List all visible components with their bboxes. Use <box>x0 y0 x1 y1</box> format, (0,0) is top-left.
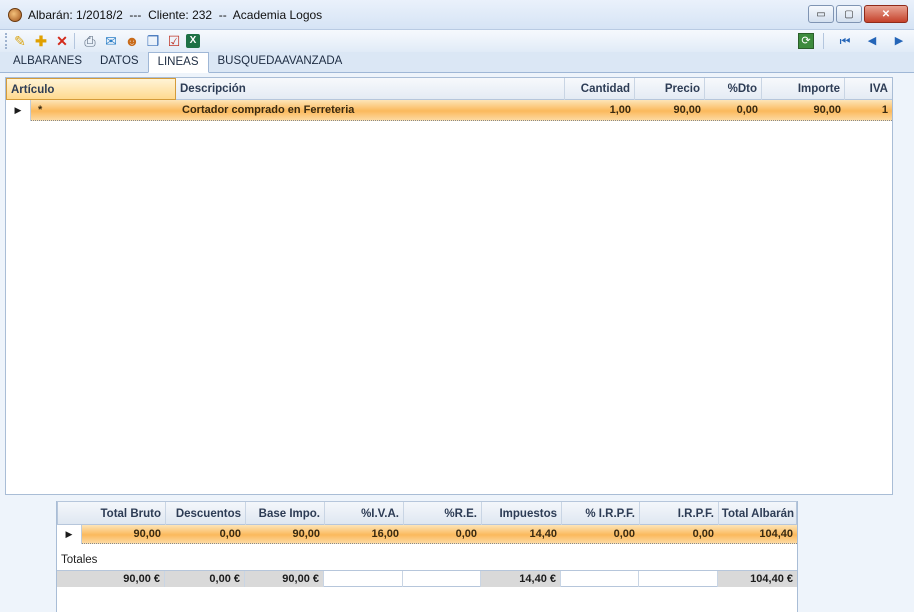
cell-total-albaran: 104,40 <box>759 528 793 540</box>
row-indicator-arrow-icon[interactable]: ▶ <box>6 100 31 121</box>
cell-dto[interactable]: 0,00 <box>705 100 762 120</box>
tab-lineas[interactable]: LINEAS <box>147 52 209 73</box>
tab-albaranes[interactable]: ALBARANES <box>4 52 91 72</box>
tab-strip: ALBARANES DATOS LINEAS BUSQUEDAAVANZADA <box>0 52 914 73</box>
lines-grid[interactable]: Artículo Descripción Cantidad Precio %Dt… <box>5 77 893 495</box>
table-row[interactable]: * Cortador comprado en Ferreteria 1,00 9… <box>6 100 892 121</box>
column-header-impuestos: Impuestos <box>482 502 562 526</box>
previous-record-icon[interactable]: ◀ <box>863 32 881 50</box>
summary-iva-pct <box>324 571 403 587</box>
window-title: Albarán: 1/2018/2 --- Cliente: 232 -- Ac… <box>28 7 323 22</box>
summary-re-pct <box>403 571 481 587</box>
delete-icon[interactable]: ✕ <box>53 32 71 50</box>
add-icon[interactable]: ✚ <box>32 32 50 50</box>
checklist-icon[interactable]: ☑ <box>165 32 183 50</box>
cell-descuentos: 0,00 <box>219 528 241 540</box>
lines-grid-header: Artículo Descripción Cantidad Precio %Dt… <box>6 78 892 100</box>
toolbar-grip[interactable] <box>5 33 8 49</box>
summary-total-bruto: 90,00 € <box>57 571 165 587</box>
app-logo-icon <box>8 7 22 22</box>
window-icon[interactable]: ❐ <box>144 32 162 50</box>
refresh-icon[interactable]: ⟳ <box>798 33 814 49</box>
column-header-iva-pct: %I.V.A. <box>325 502 404 526</box>
cell-cantidad[interactable]: 1,00 <box>565 100 635 120</box>
cell-precio[interactable]: 90,00 <box>635 100 705 120</box>
edit-icon[interactable]: ✎ <box>11 32 29 50</box>
maximize-button[interactable]: ▢ <box>836 5 862 23</box>
cell-total-bruto: 90,00 <box>133 528 161 540</box>
cell-irpf: 0,00 <box>692 528 714 540</box>
excel-icon[interactable]: X <box>186 34 200 48</box>
totals-grid-header: Total Bruto Descuentos Base Impo. %I.V.A… <box>57 501 797 526</box>
summary-row: 90,00 € 0,00 € 90,00 € 14,40 € 104,40 € <box>57 570 797 587</box>
cell-articulo[interactable]: * <box>34 100 176 120</box>
column-header-articulo[interactable]: Artículo <box>6 78 176 100</box>
close-button[interactable]: ✕ <box>864 5 908 23</box>
totals-panel: Total Bruto Descuentos Base Impo. %I.V.A… <box>56 501 798 612</box>
totales-label: Totales <box>61 554 98 566</box>
totals-row[interactable]: 90,00 0,00 90,00 16,00 0,00 14,40 0,00 0… <box>57 525 797 544</box>
cell-iva-pct: 16,00 <box>371 528 399 540</box>
application-window: Albarán: 1/2018/2 --- Cliente: 232 -- Ac… <box>0 0 914 612</box>
column-header-cantidad[interactable]: Cantidad <box>565 78 635 100</box>
column-header-importe[interactable]: Importe <box>762 78 845 100</box>
cell-impuestos: 14,40 <box>529 528 557 540</box>
cell-iva[interactable]: 1 <box>845 100 892 120</box>
column-header-precio[interactable]: Precio <box>635 78 705 100</box>
tab-datos[interactable]: DATOS <box>91 52 148 72</box>
column-header-dto[interactable]: %Dto <box>705 78 762 100</box>
cell-importe[interactable]: 90,00 <box>762 100 845 120</box>
column-header-base-impo: Base Impo. <box>246 502 325 526</box>
first-record-icon[interactable]: ⏮ <box>836 32 854 50</box>
toolbar-separator <box>74 33 75 49</box>
minimize-button[interactable]: ▭ <box>808 5 834 23</box>
column-header-total-albaran: Total Albarán <box>721 508 794 520</box>
column-header-iva[interactable]: IVA <box>845 78 892 100</box>
summary-irpf-pct <box>561 571 639 587</box>
next-record-icon[interactable]: ▶ <box>890 32 908 50</box>
toolbar: ✎ ✚ ✕ ⎙ ✉ ☻ ❐ ☑ X ⟳ ⏮ ◀ ▶ <box>0 30 914 52</box>
summary-total-albaran: 104,40 € <box>718 571 797 587</box>
column-header-irpf-pct: % I.R.P.F. <box>562 502 640 526</box>
cell-descripcion[interactable]: Cortador comprado en Ferreteria <box>178 100 565 120</box>
summary-base-impo: 90,00 € <box>245 571 324 587</box>
print-icon[interactable]: ⎙ <box>81 32 99 50</box>
summary-impuestos: 14,40 € <box>481 571 561 587</box>
cell-irpf-pct: 0,00 <box>613 528 635 540</box>
row-indicator-arrow-icon[interactable]: ▶ <box>57 525 82 544</box>
toolbar-separator <box>823 33 824 49</box>
summary-irpf <box>639 571 718 587</box>
column-header-total-bruto: Total Bruto <box>84 502 166 526</box>
cell-re-pct: 0,00 <box>455 528 477 540</box>
summary-descuentos: 0,00 € <box>165 571 245 587</box>
column-header-re-pct: %R.E. <box>404 502 482 526</box>
email-icon[interactable]: ✉ <box>102 32 120 50</box>
column-header-descripcion[interactable]: Descripción <box>176 78 565 100</box>
column-header-descuentos: Descuentos <box>166 502 246 526</box>
title-bar: Albarán: 1/2018/2 --- Cliente: 232 -- Ac… <box>0 0 914 30</box>
tab-busqueda-avanzada[interactable]: BUSQUEDAAVANZADA <box>209 52 352 72</box>
cell-base-impo: 90,00 <box>292 528 320 540</box>
contact-icon[interactable]: ☻ <box>123 32 141 50</box>
column-header-irpf: I.R.P.F. <box>640 502 719 526</box>
